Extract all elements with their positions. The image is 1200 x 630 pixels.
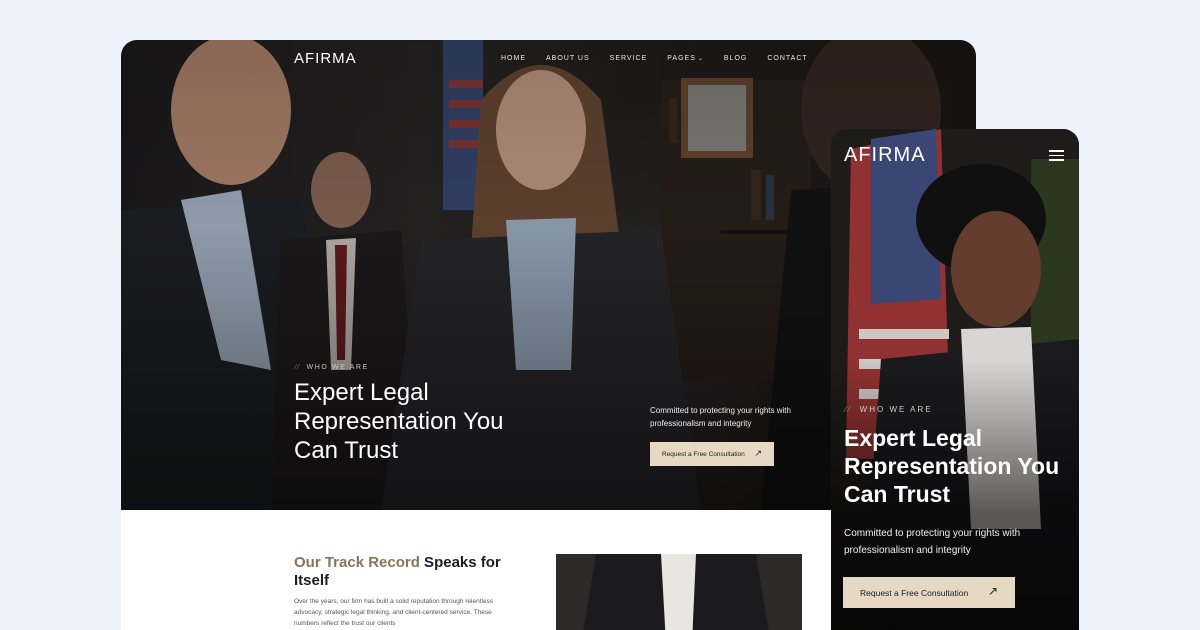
mobile-hero-eyebrow-text: WHO WE ARE xyxy=(859,405,933,414)
mobile-site-logo[interactable]: AFIRMA xyxy=(844,144,926,167)
arrow-up-right-icon: ↗ xyxy=(987,584,998,598)
consultation-button-label: Request a Free Consultation xyxy=(662,450,745,458)
double-slash-icon: ⁄⁄ xyxy=(295,364,301,371)
mobile-consultation-button[interactable]: Request a Free Consultation ↗ xyxy=(843,577,1015,608)
track-record-paragraph: Over the years, our firm has built a sol… xyxy=(294,598,494,627)
hero-eyebrow: ⁄⁄ WHO WE ARE xyxy=(295,364,369,371)
nav-blog[interactable]: BLOG xyxy=(724,55,747,62)
track-record-image xyxy=(556,554,802,630)
double-slash-icon: ⁄⁄ xyxy=(845,405,852,414)
mobile-hero-title: Expert Legal Representation You Can Trus… xyxy=(844,425,1060,507)
hero-eyebrow-text: WHO WE ARE xyxy=(306,364,369,371)
consultation-button[interactable]: Request a Free Consultation ↗ xyxy=(650,442,774,466)
chevron-down-icon: ⌄ xyxy=(697,56,704,62)
nav-contact[interactable]: CONTACT xyxy=(767,55,807,62)
nav-pages[interactable]: PAGES ⌄ xyxy=(667,55,704,62)
track-record-heading-accent: Our Track Record xyxy=(294,554,420,571)
nav-about-us[interactable]: ABOUT US xyxy=(546,55,590,62)
nav-pages-label: PAGES xyxy=(667,55,696,62)
nav-home[interactable]: HOME xyxy=(501,55,526,62)
main-nav: HOME ABOUT US SERVICE PAGES ⌄ BLOG CONTAC… xyxy=(501,55,828,62)
mobile-consultation-button-label: Request a Free Consultation xyxy=(860,587,969,598)
nav-service[interactable]: SERVICE xyxy=(610,55,648,62)
mobile-hero-eyebrow: ⁄⁄ WHO WE ARE xyxy=(845,405,933,414)
hero-title: Expert Legal Representation You Can Trus… xyxy=(294,379,504,464)
hero-subtitle: Committed to protecting your rights with… xyxy=(650,406,791,428)
mobile-hero-subtitle: Committed to protecting your rights with… xyxy=(844,528,1021,556)
track-record-heading: Our Track Record Speaks for Itself xyxy=(294,554,524,590)
arrow-up-right-icon: ↗ xyxy=(754,448,762,458)
hamburger-icon[interactable] xyxy=(1049,150,1064,161)
mobile-mockup: AFIRMA ⁄⁄ WHO WE ARE Expert Legal Represe… xyxy=(831,129,1079,630)
site-logo[interactable]: AFIRMA xyxy=(294,50,357,67)
